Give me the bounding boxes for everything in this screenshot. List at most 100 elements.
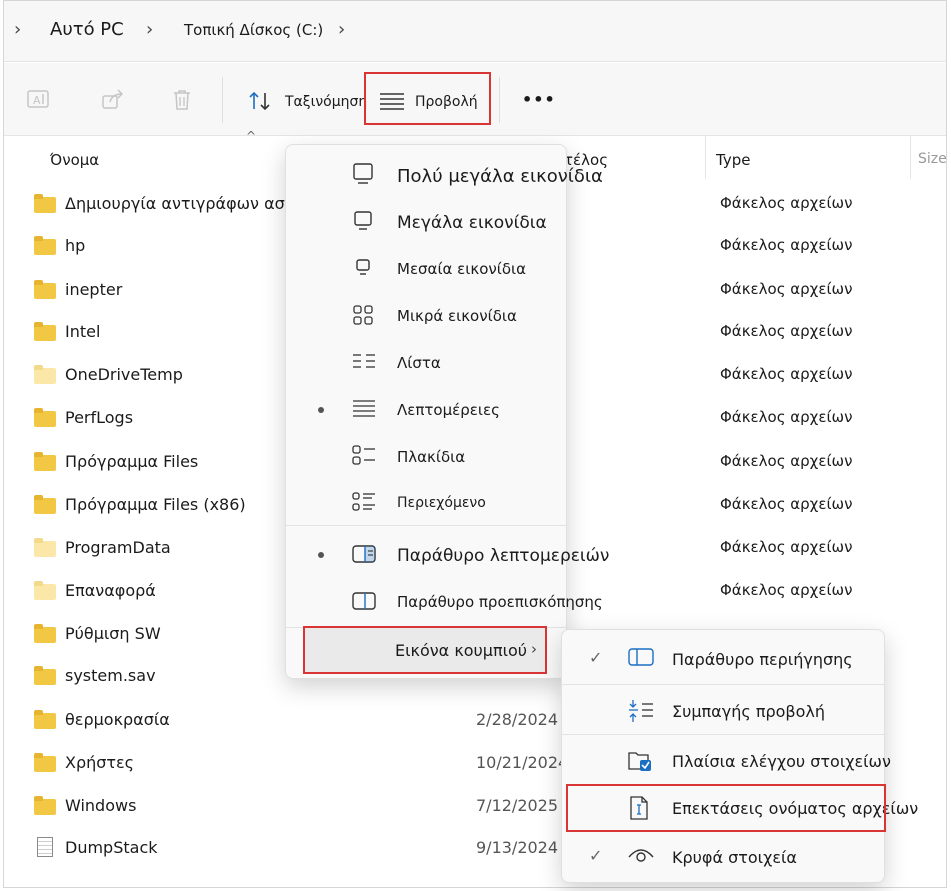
file-name: Intel <box>65 322 101 341</box>
file-name: OneDriveTemp <box>65 365 183 384</box>
file-name: ProgramData <box>65 538 171 557</box>
item-checkboxes-icon <box>628 749 654 773</box>
submenu-item[interactable]: ✓ Παράθυρο περιήγησης <box>562 638 884 680</box>
file-extensions-highlight <box>566 784 886 832</box>
folder-icon <box>34 666 56 685</box>
column-header-type[interactable]: Type <box>716 151 750 169</box>
delete-icon[interactable] <box>170 88 194 112</box>
chevron-right-icon[interactable]: › <box>146 19 153 40</box>
pane-menu-label: Παράθυρο λεπτομερειών <box>397 546 610 566</box>
compact-view-icon <box>628 699 654 723</box>
folder-icon <box>34 322 56 341</box>
file-type: Φάκελος αρχείων <box>720 452 853 470</box>
file-name: inepter <box>65 280 123 299</box>
view-menu-item[interactable]: Λεπτομέρειες <box>286 390 566 432</box>
menu-separator <box>562 734 884 735</box>
view-menu-item[interactable]: Μεσαία εικονίδια <box>286 249 566 291</box>
folder-icon <box>34 452 56 471</box>
file-type: Φάκελος αρχείων <box>720 495 853 513</box>
file-date: 2/28/2024 <box>476 710 559 729</box>
sort-icon[interactable] <box>247 89 273 113</box>
view-menu-item[interactable]: Πολύ μεγάλα εικονίδια <box>286 155 603 197</box>
view-menu: Πολύ μεγάλα εικονίδια Μεγάλα εικονίδια Μεσ… <box>285 144 609 679</box>
file-name: Ρύθμιση SW <box>65 624 161 643</box>
details-icon <box>352 398 376 418</box>
rename-icon[interactable]: A <box>26 88 52 112</box>
view-menu-item[interactable]: Πλακίδια <box>286 437 566 479</box>
file-date: 10/21/2024 <box>476 753 569 772</box>
pane-menu-item[interactable]: Παράθυρο λεπτομερειών <box>286 535 609 577</box>
column-header-size[interactable]: Size <box>918 151 947 167</box>
details-view-icon[interactable] <box>379 91 405 111</box>
file-type: Φάκελος αρχείων <box>720 322 853 340</box>
file-type: Φάκελος αρχείων <box>720 581 853 599</box>
file-name: θερμοκρασία <box>65 710 170 729</box>
folder-icon <box>34 280 56 299</box>
submenu-item[interactable]: Συμπαγής προβολή <box>562 690 884 732</box>
view-menu-label: Λεπτομέρειες <box>397 401 500 419</box>
file-name: DumpStack <box>65 838 158 857</box>
view-menu-label: Περιεχόμενο <box>397 495 486 511</box>
share-icon[interactable] <box>100 88 126 112</box>
folder-icon <box>34 796 56 815</box>
view-menu-item[interactable]: Μεγάλα εικονίδια <box>286 202 566 244</box>
file-name: hp <box>65 236 86 255</box>
sort-button[interactable]: Ταξινόμηση <box>285 94 367 110</box>
checkmark-icon: ✓ <box>589 648 603 667</box>
file-name: system.sav <box>65 666 156 685</box>
column-divider[interactable] <box>910 135 911 179</box>
pane-menu-item[interactable]: Παράθυρο προεπισκόπησης <box>286 582 603 624</box>
file-type: Φάκελος αρχείων <box>720 236 853 254</box>
list-icon <box>352 351 376 371</box>
file-type: Φάκελος αρχείων <box>720 194 853 212</box>
view-menu-label: Λίστα <box>397 354 441 372</box>
selected-bullet-icon <box>318 407 324 413</box>
show-menu-item[interactable]: Εικόνα κουμπιού › <box>303 626 547 674</box>
sort-caret-icon: ^ <box>246 129 257 143</box>
preview-pane-icon <box>352 591 376 611</box>
file-name: Επαναφορά <box>65 581 156 600</box>
submenu-item[interactable]: Πλαίσια ελέγχου στοιχείων <box>562 740 891 782</box>
breadcrumb-this-pc[interactable]: Αυτό PC <box>50 19 124 40</box>
file-type: Φάκελος αρχείων <box>720 280 853 298</box>
folder-icon <box>34 753 56 772</box>
file-name: PerfLogs <box>65 408 134 427</box>
submenu-item[interactable]: ✓ Κρυφά στοιχεία <box>562 836 884 878</box>
view-button[interactable]: Προβολή <box>415 94 478 110</box>
file-type: Φάκελος αρχείων <box>720 538 853 556</box>
view-menu-item[interactable]: Μικρά εικονίδια <box>286 296 566 338</box>
file-date: 9/13/2024 <box>476 838 559 857</box>
column-divider[interactable] <box>705 135 706 179</box>
folder-icon <box>34 624 56 643</box>
chevron-right-icon[interactable]: › <box>338 19 345 40</box>
folder-icon <box>34 408 56 427</box>
small-icons-grid-icon <box>352 304 374 326</box>
monitor-icon <box>352 210 374 232</box>
details-pane-icon <box>352 544 376 564</box>
submenu-label: Πλαίσια ελέγχου στοιχείων <box>672 752 891 771</box>
show-submenu: ✓ Παράθυρο περιήγησης Συμπαγής προβολή Πλαί… <box>561 629 918 883</box>
view-menu-label: Μεγάλα εικονίδια <box>397 213 547 233</box>
chevron-right-icon[interactable]: › <box>14 19 21 40</box>
folder-icon <box>34 365 56 384</box>
pane-menu-label: Παράθυρο προεπισκόπησης <box>397 593 603 611</box>
tiles-icon <box>352 445 376 465</box>
view-menu-item[interactable]: Λίστα <box>286 343 566 385</box>
toolbar-separator <box>222 77 223 123</box>
content-icon <box>352 492 376 512</box>
submenu-label: Παράθυρο περιήγησης <box>672 650 853 669</box>
column-header-name[interactable]: Όνομα <box>50 151 99 169</box>
breadcrumb-local-disk[interactable]: Τοπική Δίσκος (C:) <box>184 21 323 39</box>
view-menu-label: Μεσαία εικονίδια <box>397 260 526 278</box>
folder-icon <box>34 538 56 557</box>
folder-icon <box>34 710 56 729</box>
view-menu-label: Πλακίδια <box>397 448 466 466</box>
address-bar[interactable]: › Αυτό PC › Τοπική Δίσκος (C:) › <box>4 1 946 62</box>
more-options-button[interactable]: ••• <box>522 90 556 109</box>
menu-separator <box>286 525 566 526</box>
selected-bullet-icon <box>318 552 324 558</box>
file-type: Φάκελος αρχείων <box>720 365 853 383</box>
hidden-items-icon <box>628 845 654 865</box>
view-menu-item[interactable]: Περιεχόμενο <box>286 484 566 526</box>
view-menu-label: Πολύ μεγάλα εικονίδια <box>397 166 603 187</box>
